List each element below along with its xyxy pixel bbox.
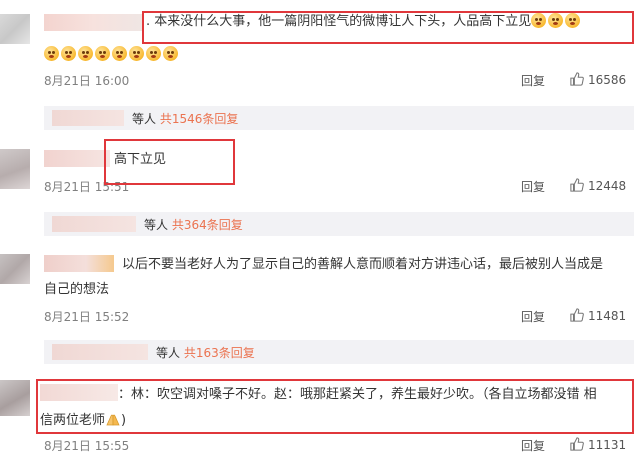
reply-button[interactable]: 回复 xyxy=(521,178,545,195)
reply-suffix: 等人 xyxy=(156,346,181,360)
reply-button[interactable]: 回复 xyxy=(521,437,545,454)
emoji-row xyxy=(44,43,180,62)
view-replies-link[interactable]: 共163条回复 xyxy=(184,346,255,360)
like-button[interactable]: 16586 xyxy=(570,72,626,87)
like-button[interactable]: 12448 xyxy=(570,178,626,193)
comment-date: 8月21日 15:55 xyxy=(44,439,130,453)
thinking-face-emoji-icon xyxy=(61,46,76,61)
thinking-face-emoji-icon xyxy=(78,46,93,61)
avatar[interactable] xyxy=(0,14,30,44)
comment-date: 8月21日 15:52 xyxy=(44,310,130,324)
highlight-box xyxy=(104,139,235,185)
reply-username[interactable] xyxy=(52,110,124,126)
thumbs-up-icon xyxy=(570,178,584,192)
highlight-box xyxy=(36,379,634,434)
reply-button[interactable]: 回复 xyxy=(521,308,545,325)
reply-button[interactable]: 回复 xyxy=(521,72,545,89)
reply-suffix: 等人 xyxy=(144,218,169,232)
thinking-face-emoji-icon xyxy=(112,46,127,61)
username[interactable] xyxy=(44,255,114,272)
avatar[interactable] xyxy=(0,380,30,416)
thumbs-up-icon xyxy=(570,437,584,451)
like-count: 11481 xyxy=(588,309,627,323)
like-button[interactable]: 11481 xyxy=(570,308,626,323)
like-button[interactable]: 11131 xyxy=(570,437,626,452)
reply-summary-bar: 等人 共163条回复 xyxy=(44,340,634,364)
like-count: 11131 xyxy=(588,438,627,452)
comment-date: 8月21日 16:00 xyxy=(44,74,130,88)
view-replies-link[interactable]: 共364条回复 xyxy=(172,218,243,232)
view-replies-link[interactable]: 共1546条回复 xyxy=(160,112,239,126)
thumbs-up-icon xyxy=(570,72,584,86)
thinking-face-emoji-icon xyxy=(44,46,59,61)
avatar[interactable] xyxy=(0,149,30,189)
reply-summary-bar: 等人 共364条回复 xyxy=(44,212,634,236)
username[interactable] xyxy=(44,150,110,167)
thinking-face-emoji-icon xyxy=(163,46,178,61)
reply-username[interactable] xyxy=(52,344,148,360)
thinking-face-emoji-icon xyxy=(95,46,110,61)
highlight-box xyxy=(142,11,634,44)
username[interactable] xyxy=(44,14,144,31)
like-count: 16586 xyxy=(588,73,627,87)
reply-summary-bar: 等人 共1546条回复 xyxy=(44,106,634,130)
thumbs-up-icon xyxy=(570,308,584,322)
reply-username[interactable] xyxy=(52,216,136,232)
avatar[interactable] xyxy=(0,254,30,284)
comment-text: 自己的想法 xyxy=(44,282,110,297)
reply-suffix: 等人 xyxy=(132,112,157,126)
comment-text: 以后不要当老好人为了显示自己的善解人意而顺着对方讲违心话，最后被别人当成是 xyxy=(122,257,604,272)
like-count: 12448 xyxy=(588,179,627,193)
thinking-face-emoji-icon xyxy=(129,46,144,61)
thinking-face-emoji-icon xyxy=(146,46,161,61)
